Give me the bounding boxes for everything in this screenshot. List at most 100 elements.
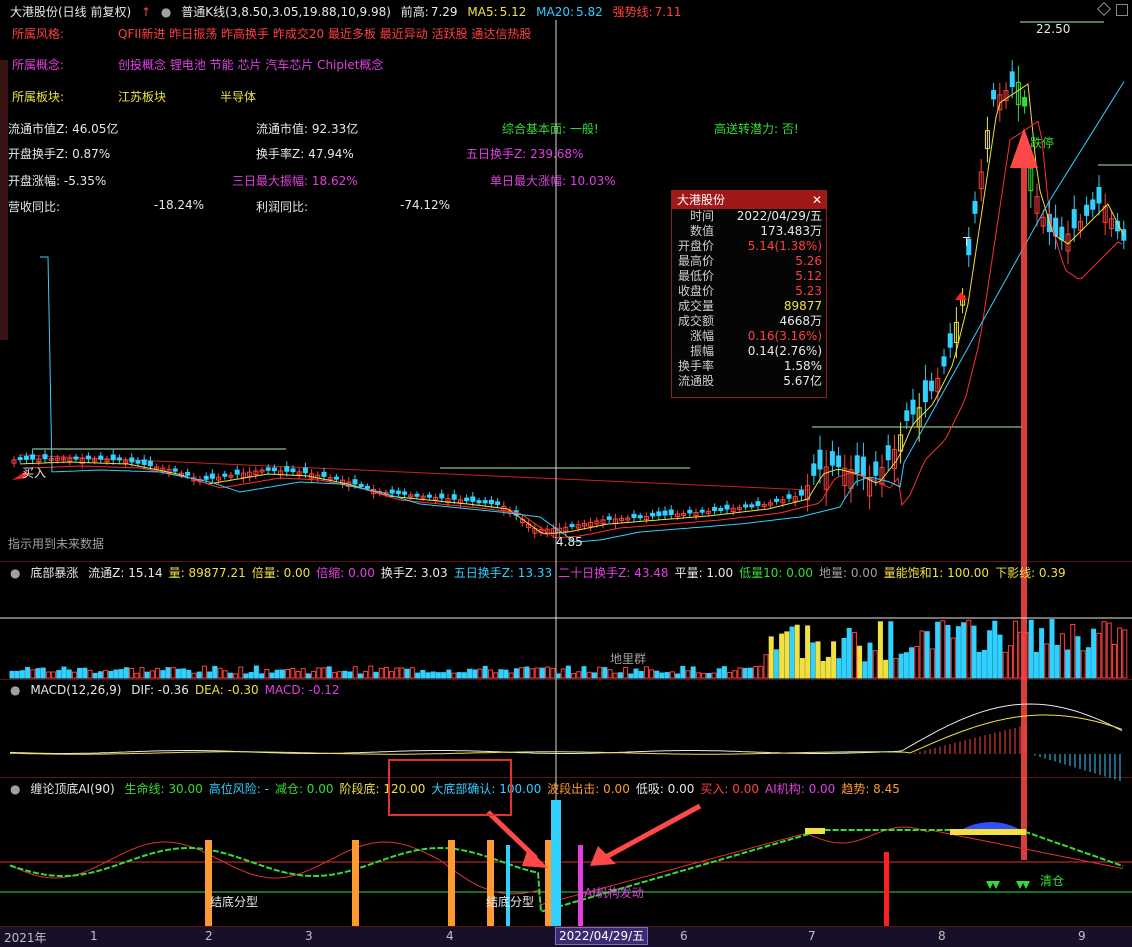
volume-bar xyxy=(274,669,280,679)
volume-bar xyxy=(560,668,566,679)
tooltip-rows: 时间 2022/04/29/五 数值 173.483万 开盘价 5.14(1.38%) 最高… xyxy=(672,209,826,389)
volume-bar xyxy=(40,667,46,679)
vol-panel-title[interactable]: 底部暴涨 xyxy=(30,566,78,580)
volume-bar xyxy=(862,661,868,679)
volume-bar xyxy=(160,670,166,679)
volume-bar xyxy=(1122,629,1128,679)
dropdown-circle-icon[interactable]: ● xyxy=(10,566,20,580)
dropdown-circle-icon[interactable]: ● xyxy=(10,683,20,697)
volume-bar xyxy=(352,666,358,679)
ai-panel-title[interactable]: 缠论顶底AI(90) xyxy=(30,782,114,796)
axis-label: 4 xyxy=(446,929,454,943)
candle-body xyxy=(929,380,935,392)
volume-bar xyxy=(706,672,712,679)
volume-bar xyxy=(108,670,114,679)
volume-bar xyxy=(789,626,795,679)
volume-bar xyxy=(680,665,686,679)
tooltip-key: 数值 xyxy=(689,224,714,238)
candle-body xyxy=(972,200,978,214)
volume-bar xyxy=(227,672,233,679)
volume-bar xyxy=(898,653,904,679)
volume-bar xyxy=(721,666,727,679)
volume-bar xyxy=(123,667,129,679)
candle-body xyxy=(656,511,662,516)
indicator-value: 高位风险: - xyxy=(208,782,269,796)
volume-bar xyxy=(233,673,239,679)
indicator-value: 低量10: 0.00 xyxy=(739,566,813,580)
stage-bar xyxy=(487,840,494,926)
volume-bar xyxy=(373,671,379,679)
volume-bar xyxy=(305,673,311,679)
indicator-value: 生命线: 30.00 xyxy=(124,782,203,796)
future-note: 指示用到未来数据 xyxy=(8,537,105,551)
volume-bar xyxy=(378,667,384,679)
candle-body xyxy=(265,467,271,471)
axis-label: 9 xyxy=(1078,929,1086,943)
volume-bar xyxy=(591,672,597,679)
indicator-value: 量能饱和1: 100.00 xyxy=(883,566,990,580)
volume-bar xyxy=(695,672,701,679)
volume-bar xyxy=(1117,627,1123,679)
volume-bar xyxy=(503,669,509,679)
volume-bar xyxy=(690,666,696,679)
candle-body xyxy=(495,501,501,505)
tooltip-row: 成交额 4668万 xyxy=(672,314,826,329)
candle-body xyxy=(333,476,339,480)
kline-chart[interactable] xyxy=(0,0,1132,946)
volume-bar xyxy=(654,670,660,679)
indicator-value: DEA: -0.30 xyxy=(194,683,259,697)
volume-bar xyxy=(9,670,15,679)
volume-bar xyxy=(368,665,374,679)
tooltip-row: 流通股 5.67亿 xyxy=(672,374,826,389)
indicator-value: DIF: -0.36 xyxy=(131,683,189,697)
volume-bar xyxy=(186,669,192,679)
vol-panel-header: ● 底部暴涨 流通Z: 15.14 量: 89877.21 倍量: 0.00 倍缩: … xyxy=(10,563,1078,583)
volume-bar xyxy=(987,630,993,679)
volume-bar xyxy=(259,673,265,679)
volume-bar xyxy=(212,665,218,679)
volume-bar xyxy=(493,672,499,679)
volume-bar xyxy=(508,672,514,679)
volume-bar xyxy=(992,620,998,679)
volume-bar xyxy=(768,636,774,679)
t-label: T xyxy=(963,235,971,249)
volume-bar xyxy=(883,659,889,679)
volume-bar xyxy=(940,620,946,679)
volume-bar xyxy=(399,667,405,679)
candle-body xyxy=(569,524,575,528)
volume-bar xyxy=(155,667,161,679)
candle-body xyxy=(402,491,408,495)
volume-bar xyxy=(389,671,395,679)
ma20-line xyxy=(40,81,1125,543)
volume-bar xyxy=(285,668,291,679)
volume-bar xyxy=(1065,649,1071,679)
data-tooltip[interactable]: 大港股份 ✕ 时间 2022/04/29/五 数值 173.483万 开盘价 5.14(1.… xyxy=(671,190,827,398)
macd-panel-title[interactable]: MACD(12,26,9) xyxy=(30,683,121,697)
axis-label: 2021年 xyxy=(4,931,47,945)
volume-bar xyxy=(97,671,103,679)
candle-body xyxy=(699,509,705,513)
tooltip-value: 2022/04/29/五 xyxy=(736,209,822,223)
dropdown-circle-icon[interactable]: ● xyxy=(10,782,20,796)
volume-bar xyxy=(732,670,738,679)
volume-bar xyxy=(1002,651,1008,679)
indicator-value: 流通Z: 15.14 xyxy=(88,566,163,580)
volume-bar xyxy=(394,667,400,679)
volume-bar xyxy=(441,672,447,679)
volume-bar xyxy=(1039,628,1045,679)
tooltip-value: 5.12 xyxy=(795,269,822,283)
ai-wave-line xyxy=(9,826,1124,906)
candle-body xyxy=(203,475,209,480)
candle-body xyxy=(1022,97,1028,107)
volume-bar xyxy=(1111,643,1117,679)
close-icon[interactable]: ✕ xyxy=(812,191,822,209)
volume-bar xyxy=(1085,647,1091,679)
candle-body xyxy=(854,455,860,474)
tooltip-row: 涨幅 0.16(3.16%) xyxy=(672,329,826,344)
candle-body xyxy=(811,463,817,476)
top-cap-band xyxy=(805,828,825,834)
candle-body xyxy=(836,455,842,468)
candle-body xyxy=(358,483,364,487)
volume-bar xyxy=(290,667,296,679)
indicator-value: 波段出击: 0.00 xyxy=(547,782,630,796)
